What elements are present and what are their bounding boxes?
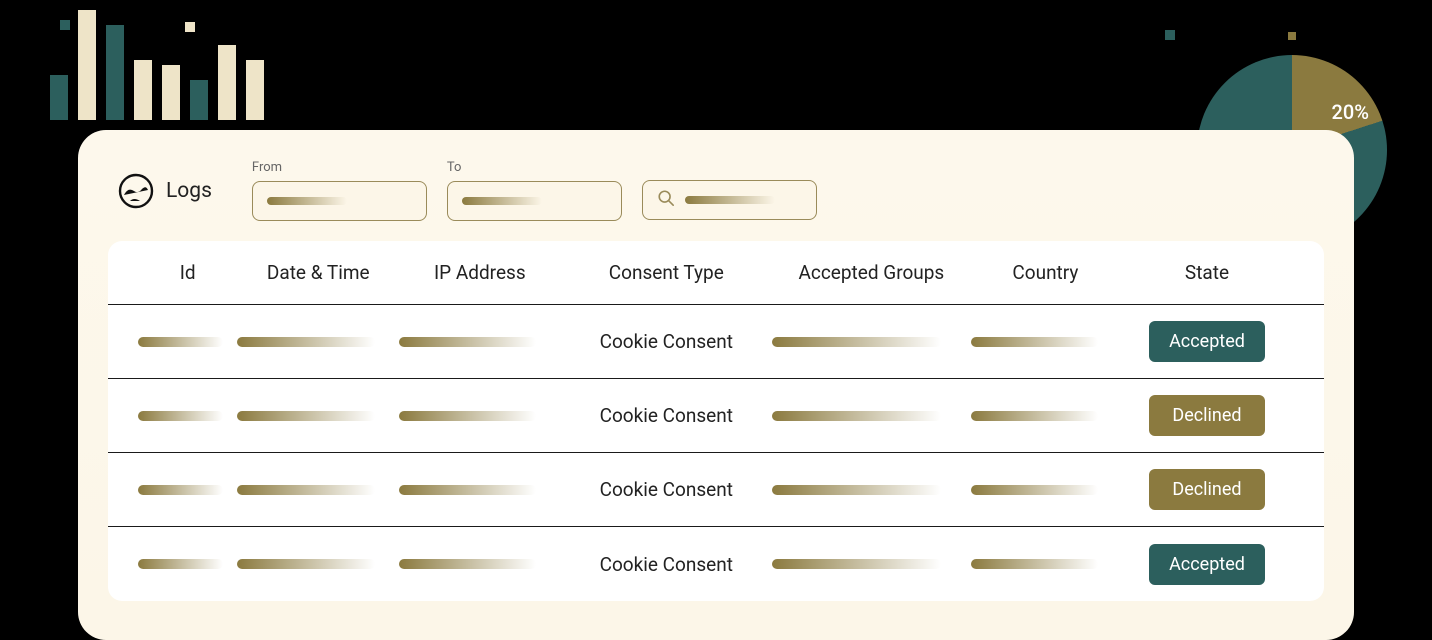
bar-deco — [134, 60, 152, 120]
to-label: To — [447, 160, 622, 175]
to-field-group: To — [447, 160, 622, 221]
to-date-input[interactable] — [447, 181, 622, 221]
cell-ip-skeleton — [399, 485, 536, 495]
bar-deco — [106, 25, 124, 120]
table-row[interactable]: Cookie Consent Accepted — [108, 527, 1324, 601]
state-badge: Accepted — [1149, 544, 1265, 585]
cell-ip-skeleton — [399, 559, 536, 569]
table-row[interactable]: Cookie Consent Accepted — [108, 305, 1324, 379]
cell-ip-skeleton — [399, 337, 536, 347]
square-deco — [60, 20, 70, 30]
cell-country-skeleton — [971, 411, 1098, 421]
globe-icon — [118, 173, 154, 209]
cell-state: Accepted — [1120, 544, 1294, 585]
cell-id-skeleton — [138, 337, 223, 347]
page-title: Logs — [166, 179, 212, 203]
cell-consent-type: Cookie Consent — [561, 553, 772, 576]
bar-deco — [162, 65, 180, 120]
cell-datetime-skeleton — [237, 559, 374, 569]
col-ip: IP Address — [399, 261, 561, 284]
bar-deco — [218, 45, 236, 120]
cell-groups-skeleton — [772, 559, 941, 569]
cell-consent-type: Cookie Consent — [561, 404, 772, 427]
filter-bar: Logs From To — [78, 160, 1354, 241]
col-id: Id — [138, 261, 237, 284]
cell-consent-type: Cookie Consent — [561, 478, 772, 501]
cell-datetime-skeleton — [237, 337, 374, 347]
state-badge: Accepted — [1149, 321, 1265, 362]
table-header: Id Date & Time IP Address Consent Type A… — [108, 241, 1324, 305]
bar-deco — [190, 80, 208, 120]
bar-deco — [78, 10, 96, 120]
decorative-bars — [50, 10, 264, 120]
cell-state: Declined — [1120, 395, 1294, 436]
col-state: State — [1120, 261, 1294, 284]
pie-label-a: 20% — [1332, 100, 1369, 124]
cell-consent-type: Cookie Consent — [561, 330, 772, 353]
col-accepted-groups: Accepted Groups — [772, 261, 971, 284]
cell-state: Accepted — [1120, 321, 1294, 362]
col-country: Country — [971, 261, 1120, 284]
state-badge: Declined — [1149, 395, 1265, 436]
placeholder-skeleton — [267, 197, 347, 205]
cell-datetime-skeleton — [237, 411, 374, 421]
logs-table: Id Date & Time IP Address Consent Type A… — [108, 241, 1324, 601]
cell-country-skeleton — [971, 485, 1098, 495]
cell-groups-skeleton — [772, 411, 941, 421]
cell-id-skeleton — [138, 485, 223, 495]
bar-deco — [50, 75, 68, 120]
cell-state: Declined — [1120, 469, 1294, 510]
cell-groups-skeleton — [772, 485, 941, 495]
from-date-input[interactable] — [252, 181, 427, 221]
cell-country-skeleton — [971, 559, 1098, 569]
table-body: Cookie Consent Accepted Cookie Consent Decl… — [108, 305, 1324, 601]
square-deco — [1165, 30, 1175, 40]
main-panel: Logs From To Id Dat — [78, 130, 1354, 640]
cell-datetime-skeleton — [237, 485, 374, 495]
col-consent-type: Consent Type — [561, 261, 772, 284]
cell-groups-skeleton — [772, 337, 941, 347]
cell-ip-skeleton — [399, 411, 536, 421]
square-deco — [1288, 32, 1296, 40]
placeholder-skeleton — [462, 197, 542, 205]
cell-country-skeleton — [971, 337, 1098, 347]
table-row[interactable]: Cookie Consent Declined — [108, 379, 1324, 453]
cell-id-skeleton — [138, 559, 223, 569]
state-badge: Declined — [1149, 469, 1265, 510]
from-label: From — [252, 160, 427, 175]
bar-deco — [246, 60, 264, 120]
search-icon — [657, 189, 675, 211]
table-row[interactable]: Cookie Consent Declined — [108, 453, 1324, 527]
page-title-group: Logs — [118, 173, 212, 209]
cell-id-skeleton — [138, 411, 223, 421]
square-deco — [185, 22, 195, 32]
from-field-group: From — [252, 160, 427, 221]
search-input[interactable] — [642, 180, 817, 220]
col-datetime: Date & Time — [237, 261, 399, 284]
placeholder-skeleton — [685, 196, 775, 204]
